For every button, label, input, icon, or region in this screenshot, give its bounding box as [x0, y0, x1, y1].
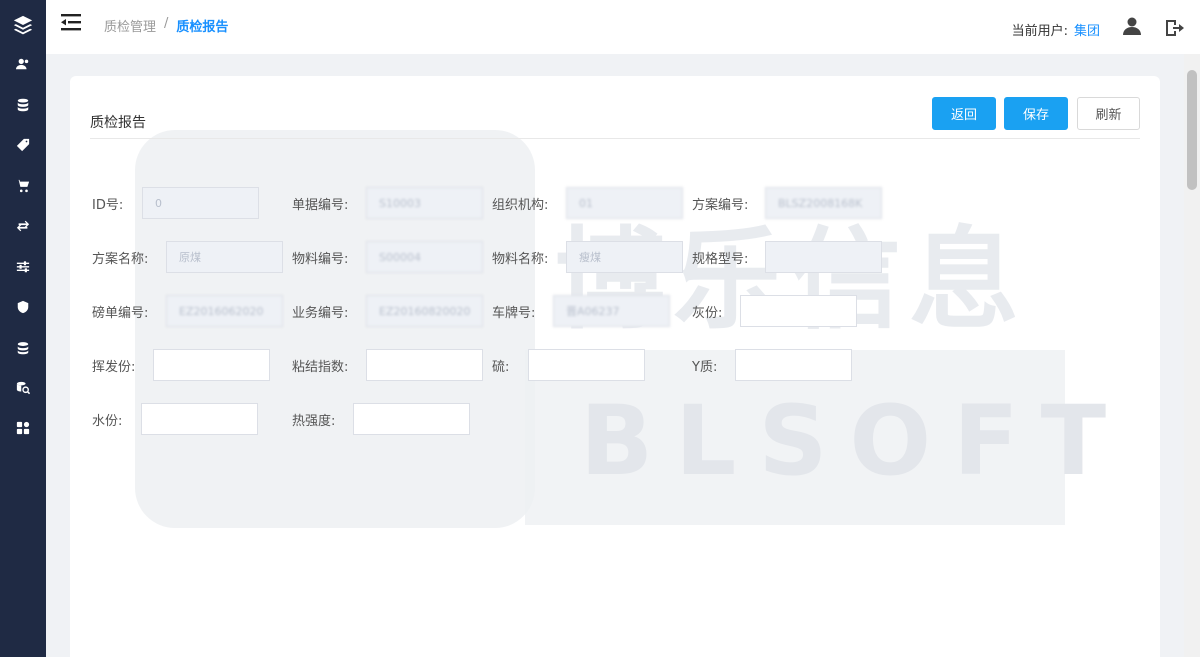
- report-card: 博乐信息 BLSOFT 质检报告 返回 保存 刷新 ID号: 单据编号: 组织机…: [70, 76, 1160, 657]
- volatile-field[interactable]: [153, 349, 270, 381]
- plan-no-label: 方案编号:: [692, 198, 749, 213]
- back-button[interactable]: 返回: [932, 97, 996, 130]
- current-user-name[interactable]: 集团: [1074, 24, 1100, 39]
- current-user: 当前用户: 集团: [1012, 20, 1100, 39]
- plan-name-field[interactable]: [166, 241, 283, 273]
- y-label: Y质:: [692, 360, 718, 375]
- org-field[interactable]: [566, 187, 683, 219]
- y-field[interactable]: [735, 349, 852, 381]
- save-button[interactable]: 保存: [1004, 97, 1068, 130]
- weigh-no-field[interactable]: [166, 295, 283, 327]
- watermark-en-text: BLSOFT: [580, 385, 1129, 497]
- hot-strength-label: 热强度:: [292, 414, 336, 429]
- refresh-button[interactable]: 刷新: [1077, 97, 1140, 130]
- stack-icon[interactable]: [0, 336, 46, 360]
- plate-field[interactable]: [553, 295, 670, 327]
- id-field[interactable]: [142, 187, 259, 219]
- org-label: 组织机构:: [492, 198, 549, 213]
- plan-no-field[interactable]: [765, 187, 882, 219]
- material-name-field[interactable]: [566, 241, 683, 273]
- doc-no-label: 单据编号:: [292, 198, 349, 213]
- plate-label: 车牌号:: [492, 306, 536, 321]
- spec-label: 规格型号:: [692, 252, 749, 267]
- biz-no-label: 业务编号:: [292, 306, 349, 321]
- spec-field[interactable]: [765, 241, 882, 273]
- scrollbar-thumb[interactable]: [1187, 70, 1197, 190]
- sulfur-label: 硫:: [492, 360, 510, 375]
- logout-icon[interactable]: [1164, 18, 1186, 40]
- sliders-icon[interactable]: [0, 255, 46, 279]
- biz-no-field[interactable]: [366, 295, 483, 327]
- material-no-field[interactable]: [366, 241, 483, 273]
- breadcrumb-separator: /: [164, 16, 169, 31]
- caking-label: 粘结指数:: [292, 360, 349, 375]
- page-title: 质检报告: [90, 115, 146, 131]
- menu-toggle-icon[interactable]: [60, 12, 82, 32]
- sidebar: [0, 0, 46, 657]
- title-divider: [90, 138, 1140, 139]
- breadcrumb-quality-report: 质检报告: [176, 20, 229, 35]
- ash-field[interactable]: [740, 295, 857, 327]
- search-db-icon[interactable]: [0, 376, 46, 400]
- hot-strength-field[interactable]: [353, 403, 470, 435]
- sulfur-field[interactable]: [528, 349, 645, 381]
- scrollbar[interactable]: [1184, 54, 1200, 657]
- layers-icon[interactable]: [0, 13, 46, 37]
- ash-label: 灰份:: [692, 306, 723, 321]
- doc-no-field[interactable]: [366, 187, 483, 219]
- id-label: ID号:: [92, 198, 124, 213]
- users-icon[interactable]: [0, 52, 46, 76]
- top-bar: 质检管理 / 质检报告 当前用户: 集团: [46, 0, 1200, 54]
- plan-name-label: 方案名称:: [92, 252, 149, 267]
- breadcrumb-quality-management[interactable]: 质检管理: [104, 16, 156, 35]
- current-user-label: 当前用户:: [1011, 24, 1068, 39]
- shield-icon[interactable]: [0, 295, 46, 319]
- caking-field[interactable]: [366, 349, 483, 381]
- user-icon[interactable]: [1122, 16, 1144, 38]
- water-label: 水份:: [92, 414, 123, 429]
- volatile-label: 挥发份:: [92, 360, 136, 375]
- database-icon[interactable]: [0, 93, 46, 117]
- dashboard-icon[interactable]: [0, 416, 46, 440]
- tag-icon[interactable]: [0, 133, 46, 157]
- water-field[interactable]: [141, 403, 258, 435]
- cart-icon[interactable]: [0, 174, 46, 198]
- breadcrumb: 质检管理 / 质检报告: [104, 16, 228, 35]
- material-no-label: 物料编号:: [292, 252, 349, 267]
- exchange-icon[interactable]: [0, 214, 46, 238]
- material-name-label: 物料名称:: [492, 252, 549, 267]
- weigh-no-label: 磅单编号:: [92, 306, 149, 321]
